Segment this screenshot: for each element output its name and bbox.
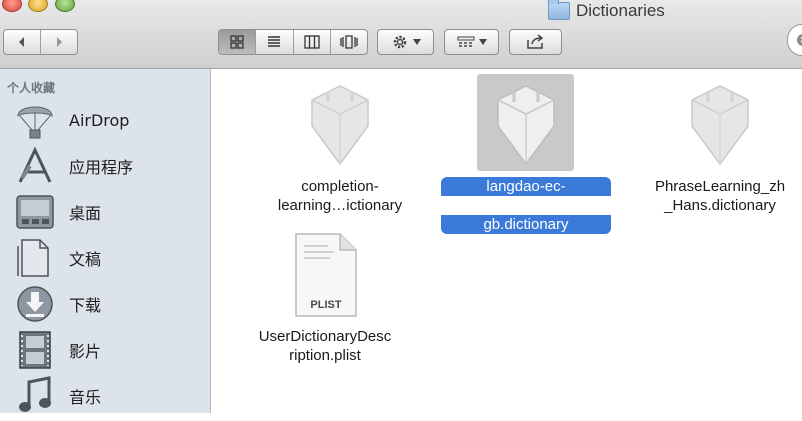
sidebar-item-label: 影片	[69, 342, 102, 361]
window-title-text: Dictionaries	[576, 1, 665, 20]
back-forward-control	[3, 29, 78, 55]
zoom-window-button[interactable]	[55, 0, 75, 12]
file-item-selected[interactable]: langdao-ec- gb.dictionary	[441, 80, 611, 234]
minimize-window-button[interactable]	[28, 0, 48, 12]
desktop-icon	[12, 192, 58, 232]
share-icon	[526, 34, 543, 49]
gear-icon	[393, 35, 406, 49]
applications-icon	[12, 146, 58, 186]
dictionary-bundle-icon	[691, 85, 749, 166]
sidebar: 个人收藏 AirDrop 应用程序 桌面 文稿 下载 影片 音乐	[0, 69, 211, 413]
file-name: completion- learning…ictionary	[277, 178, 403, 214]
close-window-button[interactable]	[2, 0, 22, 12]
file-name: PhraseLearning_zh _Hans.dictionary	[654, 178, 786, 214]
forward-button[interactable]	[41, 30, 77, 54]
documents-icon	[12, 238, 58, 278]
window-toolbar: Dictionaries	[0, 0, 802, 69]
dictionary-bundle-icon	[497, 85, 555, 166]
sidebar-item-movies[interactable]: 影片	[12, 330, 101, 370]
coverflow-view-icon	[340, 35, 358, 49]
chevron-down-icon	[478, 39, 487, 45]
sidebar-item-label: 下载	[69, 296, 102, 315]
sidebar-item-label: 应用程序	[69, 158, 134, 177]
dictionary-bundle-icon	[311, 85, 369, 166]
file-name: langdao-ec- gb.dictionary	[441, 177, 611, 234]
arrange-grid-icon	[457, 36, 474, 47]
action-menu-button[interactable]	[377, 29, 434, 55]
folder-icon	[548, 0, 570, 20]
icon-view-button[interactable]	[219, 30, 257, 54]
chevron-down-icon	[412, 39, 421, 45]
back-button[interactable]	[4, 30, 41, 54]
clear-search-icon[interactable]: ✕	[797, 34, 802, 46]
chevron-right-icon	[57, 37, 62, 47]
sidebar-item-documents[interactable]: 文稿	[12, 238, 101, 278]
sidebar-item-applications[interactable]: 应用程序	[12, 146, 133, 186]
arrange-menu-button[interactable]	[444, 29, 499, 55]
downloads-icon	[12, 284, 58, 324]
view-mode-control	[218, 29, 368, 55]
icon-view-icon	[230, 35, 244, 49]
list-view-button[interactable]	[256, 30, 294, 54]
file-name: UserDictionaryDesc ription.plist	[258, 328, 392, 364]
list-view-icon	[268, 36, 281, 47]
sidebar-item-label: 桌面	[69, 204, 102, 223]
airdrop-icon	[12, 100, 58, 140]
sidebar-item-label: AirDrop	[69, 110, 130, 130]
sidebar-heading-favorites: 个人收藏	[7, 81, 56, 95]
window-title: Dictionaries	[548, 0, 665, 22]
sidebar-item-label: 音乐	[69, 388, 102, 407]
sidebar-item-music[interactable]: 音乐	[12, 376, 101, 416]
column-view-icon	[303, 35, 320, 49]
share-button[interactable]	[509, 29, 562, 55]
sidebar-item-desktop[interactable]: 桌面	[12, 192, 101, 232]
plist-badge: PLIST	[310, 299, 341, 311]
plist-file-icon: PLIST	[295, 233, 357, 317]
sidebar-item-label: 文稿	[69, 250, 102, 269]
file-item[interactable]: PLIST UserDictionaryDesc ription.plist	[240, 232, 410, 365]
movies-icon	[12, 330, 58, 370]
file-item[interactable]: PhraseLearning_zh _Hans.dictionary	[640, 80, 800, 215]
coverflow-view-button[interactable]	[331, 30, 367, 54]
column-view-button[interactable]	[294, 30, 331, 54]
chevron-left-icon	[19, 37, 24, 47]
file-item[interactable]: completion- learning…ictionary	[255, 80, 425, 215]
music-icon	[12, 376, 58, 416]
sidebar-item-downloads[interactable]: 下载	[12, 284, 101, 324]
sidebar-item-airdrop[interactable]: AirDrop	[12, 100, 129, 140]
